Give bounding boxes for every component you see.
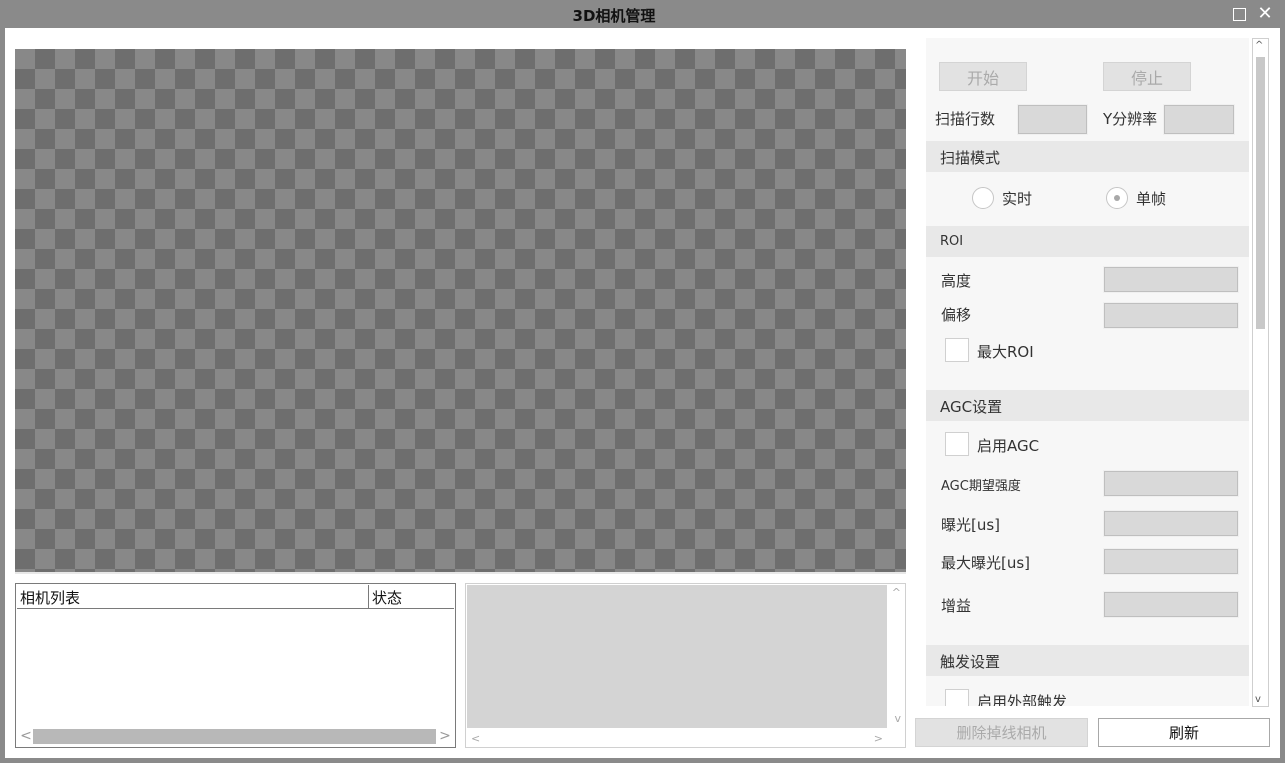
scan-rows-label: 扫描行数 xyxy=(935,110,996,128)
scroll-down-icon[interactable]: v xyxy=(894,712,901,725)
refresh-button[interactable]: 刷新 xyxy=(1098,718,1270,747)
enable-agc-checkbox[interactable] xyxy=(945,432,969,456)
camera-list-table[interactable]: 相机列表 状态 < > xyxy=(15,583,456,748)
roi-offset-label: 偏移 xyxy=(941,306,972,324)
window-title: 3D相机管理 xyxy=(572,7,656,25)
gain-input[interactable] xyxy=(1103,591,1239,618)
settings-panel: 开始 停止 扫描行数 Y分辨率 扫描模式 实时 单帧 ROI 高度 偏移 最大R… xyxy=(926,38,1249,706)
agc-section: AGC设置 xyxy=(926,390,1249,421)
start-button[interactable]: 开始 xyxy=(939,62,1027,91)
settings-vertical-scrollbar[interactable]: ^ v xyxy=(1252,38,1269,707)
main-window: 相机列表 状态 < > ^ v < > 开始 停止 扫描行数 Y分辨率 扫描模式… xyxy=(5,28,1280,758)
max-exposure-label: 最大曝光[us] xyxy=(941,554,1031,572)
canvas-divider xyxy=(15,572,906,574)
y-resolution-label: Y分辨率 xyxy=(1103,110,1158,128)
agc-target-input[interactable] xyxy=(1103,470,1239,497)
exposure-label: 曝光[us] xyxy=(941,516,1001,534)
radio-single-frame-label: 单帧 xyxy=(1136,190,1167,208)
roi-section: ROI xyxy=(926,226,1249,257)
scrollbar-thumb[interactable] xyxy=(1256,57,1265,329)
scan-mode-section: 扫描模式 xyxy=(926,141,1249,172)
scroll-up-icon[interactable]: ^ xyxy=(1255,40,1263,51)
gain-label: 增益 xyxy=(941,597,972,615)
camera-list-horizontal-scrollbar[interactable]: < > xyxy=(17,726,454,746)
scroll-up-icon[interactable]: ^ xyxy=(892,586,901,599)
scroll-right-icon[interactable]: > xyxy=(874,732,883,745)
column-header-camera-list[interactable]: 相机列表 xyxy=(17,585,369,608)
camera-list-header: 相机列表 状态 xyxy=(17,585,454,609)
external-trigger-checkbox[interactable] xyxy=(945,689,969,706)
column-header-status[interactable]: 状态 xyxy=(369,585,454,608)
close-icon[interactable]: ✕ xyxy=(1255,4,1275,24)
agc-target-label: AGC期望强度 xyxy=(941,479,1021,494)
scrollbar-thumb[interactable] xyxy=(33,729,436,744)
exposure-input[interactable] xyxy=(1103,510,1239,537)
delete-offline-camera-button[interactable]: 删除掉线相机 xyxy=(915,718,1088,747)
external-trigger-label: 启用外部触发 xyxy=(977,693,1068,706)
radio-single-frame[interactable] xyxy=(1106,187,1128,209)
scroll-left-icon[interactable]: < xyxy=(471,732,480,745)
max-roi-label: 最大ROI xyxy=(977,343,1034,361)
title-bar: 3D相机管理 ✕ xyxy=(0,0,1285,28)
maximize-icon[interactable] xyxy=(1229,4,1249,24)
log-text-area[interactable] xyxy=(467,585,887,728)
scroll-right-icon[interactable]: > xyxy=(438,727,452,745)
max-roi-checkbox[interactable] xyxy=(945,338,969,362)
radio-realtime[interactable] xyxy=(972,187,994,209)
scroll-left-icon[interactable]: < xyxy=(19,727,33,745)
stop-button[interactable]: 停止 xyxy=(1103,62,1191,91)
scan-rows-input[interactable] xyxy=(1017,104,1088,135)
roi-height-input[interactable] xyxy=(1103,266,1239,293)
y-resolution-input[interactable] xyxy=(1163,104,1235,135)
enable-agc-label: 启用AGC xyxy=(977,437,1040,455)
scroll-down-icon[interactable]: v xyxy=(1255,694,1261,705)
log-output-box[interactable]: ^ v < > xyxy=(465,583,906,748)
roi-height-label: 高度 xyxy=(941,272,972,290)
max-exposure-input[interactable] xyxy=(1103,548,1239,575)
trigger-section: 触发设置 xyxy=(926,645,1249,676)
radio-realtime-label: 实时 xyxy=(1002,190,1033,208)
roi-offset-input[interactable] xyxy=(1103,302,1239,329)
image-preview-canvas xyxy=(15,49,906,572)
